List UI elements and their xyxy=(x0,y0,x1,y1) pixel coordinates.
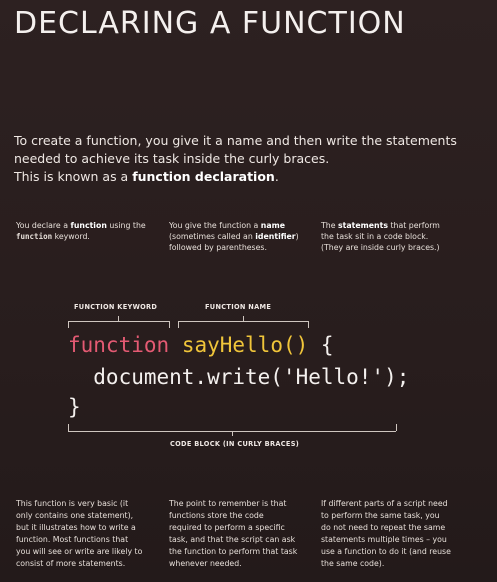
note-name-post: ) xyxy=(295,232,299,241)
code-open-brace: { xyxy=(308,333,334,357)
note-keyword-code: function xyxy=(16,232,53,241)
code-line-1: function sayHello() { xyxy=(68,332,334,358)
code-keyword: function xyxy=(68,333,170,357)
footer-1-line: consist of more statements. xyxy=(16,559,126,568)
caption-function-keyword: FUNCTION KEYWORD xyxy=(74,303,158,311)
intro-line-3-suffix: . xyxy=(274,169,279,184)
note-statements-line2: the task sit in a code block. xyxy=(321,232,429,241)
note-keyword-mid: using the xyxy=(106,221,146,230)
footer-3-line: statements multiple times – you xyxy=(321,535,447,544)
footer-2-line: required to perform a specific xyxy=(169,523,285,532)
footer-3-line: If different parts of a script need xyxy=(321,499,448,508)
footer-column-1: This function is very basic (it only con… xyxy=(16,498,156,570)
note-name-bold: name xyxy=(260,221,286,230)
footer-1-line: but it illustrates how to write a xyxy=(16,523,136,532)
footer-column-3: If different parts of a script need to p… xyxy=(321,498,461,570)
intro-line-1: To create a function, you give it a name… xyxy=(14,133,457,148)
caption-function-name: FUNCTION NAME xyxy=(205,303,272,311)
caption-code-block: CODE BLOCK (IN CURLY BRACES) xyxy=(170,440,300,448)
footer-2-line: task, and that the script can ask xyxy=(169,535,296,544)
footer-3-line: the same code). xyxy=(321,559,385,568)
footer-3-line: use a function to do it (and reuse xyxy=(321,547,451,556)
footer-2-line: the function to perform that task xyxy=(169,547,298,556)
note-statements-post: that perform xyxy=(387,221,440,230)
footer-3-line: to perform the same task, you xyxy=(321,511,440,520)
footer-3-line: do not need to repeat the same xyxy=(321,523,446,532)
note-statements-pre: The xyxy=(321,221,338,230)
footer-2-line: functions store the code xyxy=(169,511,264,520)
note-name-line3: followed by parentheses. xyxy=(169,243,267,252)
intro-term-function-declaration: function declaration xyxy=(132,169,275,184)
code-line-3: } xyxy=(68,395,81,419)
code-function-name: sayHello() xyxy=(181,333,309,357)
note-name: You give the function a name (sometimes … xyxy=(169,220,309,253)
intro-line-2: needed to achieve its task inside the cu… xyxy=(14,151,330,166)
note-keyword: You declare a function using the functio… xyxy=(16,220,156,242)
page-title: DECLARING A FUNCTION xyxy=(14,6,406,41)
note-statements-line3: (They are inside curly braces.) xyxy=(321,243,440,252)
page-background xyxy=(0,0,497,582)
footer-1-line: function. Most functions that xyxy=(16,535,129,544)
footer-1-line: only contains one statement), xyxy=(16,511,134,520)
footer-column-2: The point to remember is that functions … xyxy=(169,498,309,570)
note-name-pre: You give the function a xyxy=(169,221,261,230)
code-line-2: document.write('Hello!'); xyxy=(68,365,410,389)
intro-line-3: This is known as a function declaration. xyxy=(14,168,484,186)
note-keyword-post: keyword. xyxy=(52,232,90,241)
note-name-mid: (sometimes called an xyxy=(169,232,256,241)
note-statements: The statements that perform the task sit… xyxy=(321,220,461,253)
note-keyword-bold: function xyxy=(70,221,107,230)
intro-line-3-prefix: This is known as a xyxy=(14,169,133,184)
note-statements-bold: statements xyxy=(337,221,388,230)
intro-paragraph: To create a function, you give it a name… xyxy=(14,132,484,186)
footer-2-line: whenever needed. xyxy=(169,559,242,568)
note-keyword-pre: You declare a xyxy=(16,221,71,230)
note-name-identifier: identifier xyxy=(255,232,296,241)
footer-2-line: The point to remember is that xyxy=(169,499,287,508)
footer-1-line: you will see or write are likely to xyxy=(16,547,143,556)
footer-1-line: This function is very basic (it xyxy=(16,499,129,508)
